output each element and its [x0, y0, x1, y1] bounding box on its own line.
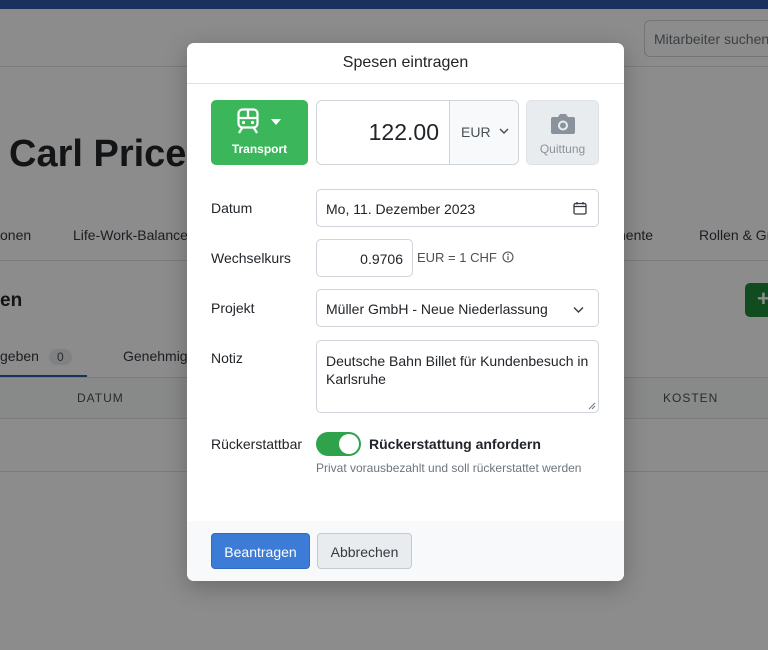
exchange-rate-hint: EUR = 1 CHF [417, 250, 515, 265]
reimbursement-toggle-label[interactable]: Rückerstattung anfordern [369, 436, 541, 452]
modal-footer: Beantragen Abbrechen [187, 521, 624, 581]
currency-value: EUR [461, 124, 491, 140]
currency-select[interactable]: EUR [449, 101, 518, 164]
cancel-button[interactable]: Abbrechen [317, 533, 412, 569]
amount-input-group: 122.00 EUR [316, 100, 519, 165]
calendar-icon [573, 202, 587, 215]
modal-title: Spesen eintragen [187, 43, 624, 84]
date-value: Mo, 11. Dezember 2023 [326, 201, 476, 217]
project-value: Müller GmbH - Neue Niederlassung [326, 301, 548, 317]
caret-down-icon [271, 119, 281, 125]
resize-handle-icon[interactable] [588, 402, 596, 410]
receipt-upload-button[interactable]: Quittung [526, 100, 599, 165]
exchange-rate-input[interactable]: 0.9706 [316, 239, 413, 277]
info-icon[interactable] [502, 251, 515, 263]
project-label: Projekt [211, 300, 255, 316]
note-label: Notiz [211, 350, 243, 366]
submit-button[interactable]: Beantragen [211, 533, 310, 569]
camera-icon [551, 114, 575, 134]
reimbursement-help-text: Privat vorausbezahlt und soll rückerstat… [316, 461, 582, 475]
note-textarea[interactable]: Deutsche Bahn Billet für Kundenbesuch in… [316, 340, 599, 413]
reimbursement-toggle[interactable] [316, 432, 361, 456]
date-label: Datum [211, 200, 253, 216]
exchange-rate-hint-text: EUR = 1 CHF [417, 250, 497, 265]
category-dropdown-button[interactable]: Transport [211, 100, 308, 165]
exchange-rate-label: Wechselkurs [211, 250, 291, 266]
category-label: Transport [231, 142, 288, 156]
note-value: Deutsche Bahn Billet für Kundenbesuch in… [326, 353, 589, 387]
toggle-knob [339, 434, 359, 454]
receipt-label: Quittung [539, 142, 586, 156]
train-icon [237, 108, 259, 134]
project-select[interactable]: Müller GmbH - Neue Niederlassung [316, 289, 599, 327]
date-input[interactable]: Mo, 11. Dezember 2023 [316, 189, 599, 227]
expense-modal: Spesen eintragen Transport 122.00 EUR Qu… [187, 43, 624, 581]
amount-input[interactable]: 122.00 [317, 101, 449, 164]
chevron-down-icon [499, 128, 509, 135]
reimbursable-label: Rückerstattbar [211, 436, 303, 452]
chevron-down-icon [573, 307, 584, 313]
